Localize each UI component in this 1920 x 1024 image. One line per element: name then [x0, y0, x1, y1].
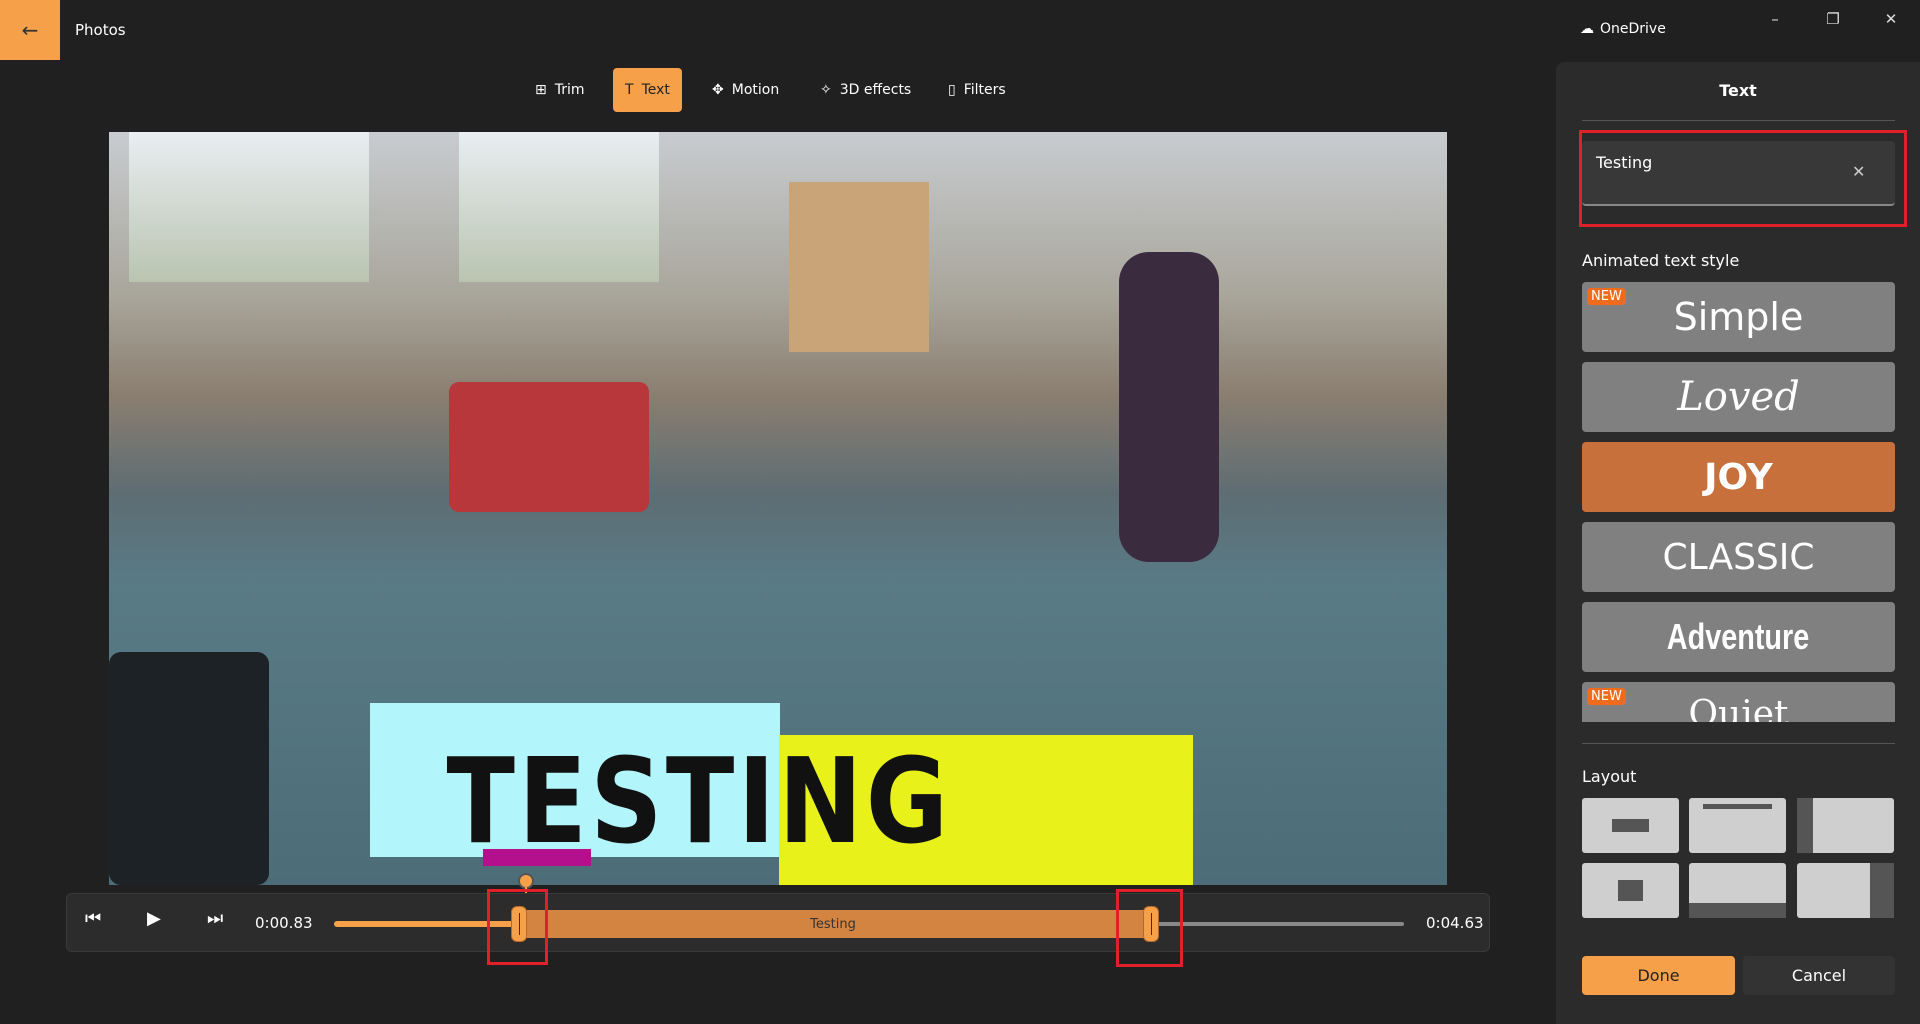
style-label-text: JOY [1704, 456, 1773, 498]
layout-center-small[interactable] [1582, 863, 1679, 918]
tool-filters[interactable]: ▯ Filters [936, 68, 1018, 112]
close-button[interactable]: ✕ [1876, 10, 1906, 28]
text-panel: Text Testing ✕ Animated text style NEW Si… [1556, 62, 1920, 1024]
new-badge: NEW [1587, 688, 1626, 705]
style-label-text: Simple [1673, 295, 1804, 339]
previous-frame-button[interactable]: ⏮ [85, 908, 101, 929]
style-quiet[interactable]: NEW Quiet [1582, 682, 1895, 722]
back-button[interactable]: ← [0, 0, 60, 60]
done-button[interactable]: Done [1582, 956, 1735, 995]
next-frame-button[interactable]: ⏭ [207, 908, 223, 929]
tool-label: Motion [731, 82, 780, 98]
display-case [789, 182, 929, 352]
tool-label: Text [641, 82, 670, 98]
layout-label: Layout [1582, 767, 1637, 786]
style-adventure[interactable]: Adventure [1582, 602, 1895, 672]
style-simple[interactable]: NEW Simple [1582, 282, 1895, 352]
tool-motion[interactable]: ✥ Motion [700, 68, 791, 112]
cancel-button[interactable]: Cancel [1743, 956, 1895, 995]
tool-3d-effects[interactable]: ✧ 3D effects [808, 68, 923, 112]
minimize-button[interactable]: – [1760, 10, 1790, 28]
style-label: Animated text style [1582, 251, 1740, 270]
new-badge: NEW [1587, 288, 1626, 305]
arrow-left-icon: ← [21, 18, 39, 42]
style-loved[interactable]: Loved [1582, 362, 1895, 432]
red-couch [449, 382, 649, 512]
highlight-box [487, 889, 548, 965]
tool-label: Filters [963, 82, 1006, 98]
onedrive-label: OneDrive [1600, 21, 1666, 37]
highlight-box [1579, 130, 1907, 227]
tool-text[interactable]: T Text [613, 68, 682, 112]
video-preview[interactable]: TESTING [109, 132, 1447, 885]
layout-center[interactable] [1582, 798, 1679, 853]
divider [1582, 120, 1895, 121]
style-label-text: Adventure [1667, 616, 1810, 657]
play-button[interactable]: ▶ [147, 908, 161, 929]
divider [1582, 743, 1895, 744]
highlight-box [1116, 889, 1183, 967]
3d-effects-icon: ✧ [820, 82, 832, 98]
tool-label: Trim [554, 82, 585, 98]
overlay-magenta-bar [483, 849, 591, 866]
dark-chair [109, 652, 269, 885]
panel-title: Text [1719, 81, 1757, 100]
end-time: 0:04.63 [1426, 914, 1484, 932]
text-add-icon: T [625, 82, 634, 98]
background-window [459, 132, 659, 282]
filters-icon: ▯ [948, 82, 956, 98]
motion-icon: ✥ [712, 82, 724, 98]
cloud-icon: ☁ [1580, 21, 1594, 37]
tool-label: 3D effects [839, 82, 912, 98]
style-classic[interactable]: CLASSIC [1582, 522, 1895, 592]
person [1119, 252, 1219, 562]
trim-icon: ⊞ [535, 82, 547, 98]
clip-label: Testing [810, 916, 856, 932]
tool-trim[interactable]: ⊞ Trim [523, 68, 597, 112]
layout-left[interactable] [1797, 798, 1894, 853]
onedrive-button[interactable]: ☁ OneDrive [1580, 21, 1666, 37]
current-time: 0:00.83 [255, 914, 313, 932]
style-label-text: Quiet [1688, 694, 1789, 722]
text-clip-range[interactable]: Testing [513, 910, 1153, 938]
style-label-text: CLASSIC [1662, 536, 1815, 578]
layout-top[interactable] [1689, 798, 1786, 853]
style-joy[interactable]: JOY [1582, 442, 1895, 512]
restore-button[interactable]: ❐ [1818, 10, 1848, 28]
layout-bottom[interactable] [1689, 863, 1786, 918]
timeline-bar: ⏮ ▶ ⏭ 0:00.83 Testing 0:04.63 [66, 893, 1490, 952]
style-label-text: Loved [1677, 374, 1800, 420]
layout-right[interactable] [1797, 863, 1894, 918]
app-title: Photos [75, 21, 126, 39]
background-window [129, 132, 369, 282]
